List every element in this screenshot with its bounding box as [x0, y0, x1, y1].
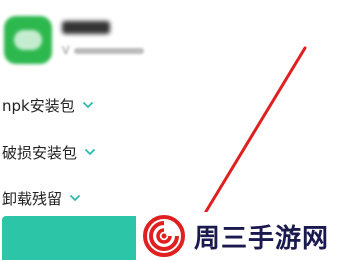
watermark: 周三手游网 [138, 212, 337, 260]
section-label: 破损安装包 [2, 143, 78, 162]
chevron-down-icon[interactable] [83, 145, 97, 159]
app-version: V [62, 44, 144, 57]
app-version-blurred [73, 48, 144, 54]
section-broken-packages[interactable]: 破损安装包 [2, 140, 97, 164]
app-icon [4, 16, 52, 64]
section-label: 卸载残留 [2, 189, 63, 208]
chevron-down-icon[interactable] [68, 191, 82, 205]
install-button[interactable] [2, 216, 136, 260]
watermark-text: 周三手游网 [194, 223, 330, 254]
chevron-down-icon[interactable] [81, 98, 95, 112]
watermark-logo-icon [142, 214, 186, 258]
app-name [62, 20, 110, 38]
section-npk-packages[interactable]: npk安装包 [2, 93, 95, 117]
section-uninstall-residue[interactable]: 卸载残留 [2, 186, 82, 210]
section-label: npk安装包 [2, 96, 75, 115]
app-header: V [0, 0, 337, 80]
app-name-blurred [62, 21, 110, 34]
